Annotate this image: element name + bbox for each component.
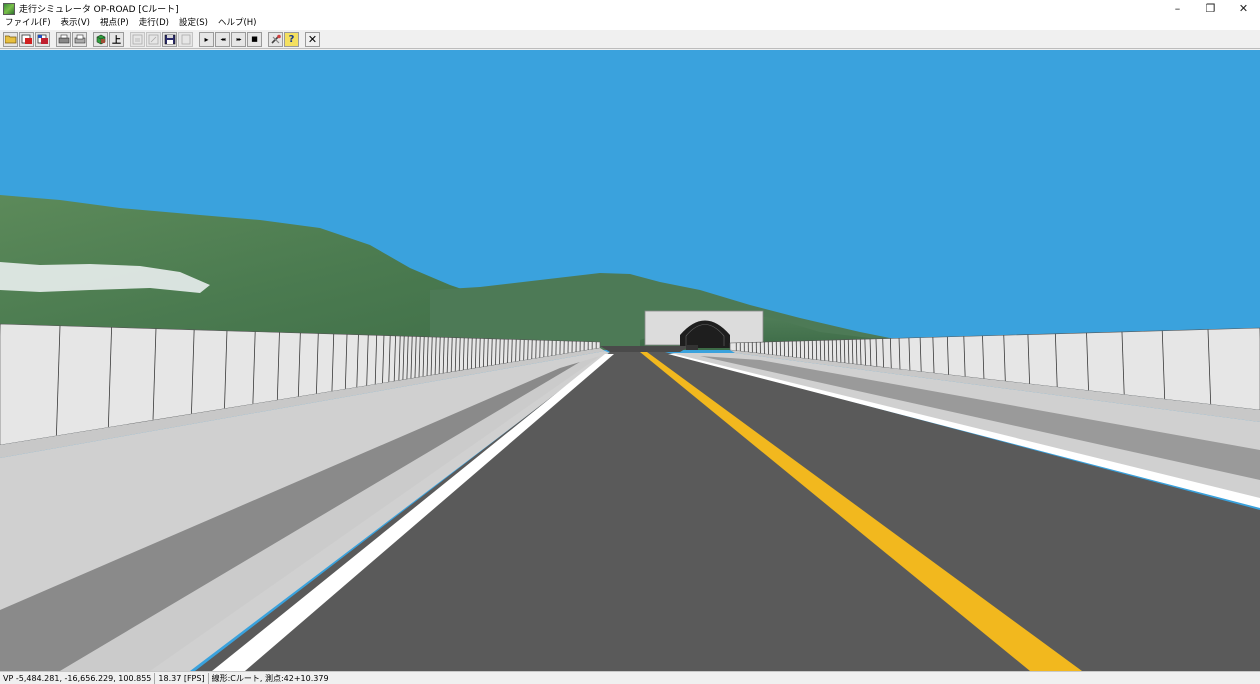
minimize-icon: –	[1174, 2, 1181, 15]
status-route: 線形:Cルート, 測点:42+10.379	[211, 673, 329, 683]
barrier-segment-line	[515, 339, 517, 362]
print-button[interactable]	[56, 31, 71, 47]
barrier-segment-line	[819, 340, 822, 361]
title-bar: 走行シミュレータ OP-ROAD [Cルート] – ❐ ✕	[0, 0, 1260, 17]
menu-help[interactable]: ヘルプ(H)	[213, 17, 262, 30]
print-preview-button[interactable]	[72, 31, 87, 47]
toolbar: 上 ▸ ◂◂ ▸▸ ■ ? ✕	[0, 30, 1260, 49]
stop-button[interactable]: ■	[247, 31, 262, 47]
help-button[interactable]: ?	[284, 31, 299, 47]
import-blue-icon	[37, 34, 48, 44]
export-c-button[interactable]	[178, 31, 193, 47]
barrier-segment-line	[523, 339, 525, 361]
minimize-button[interactable]: –	[1161, 0, 1194, 17]
ground-level-icon: 上	[111, 35, 121, 46]
far-road	[600, 346, 690, 352]
save-button[interactable]	[162, 31, 177, 47]
stop-icon: ■	[251, 35, 258, 43]
road-scene	[0, 50, 1260, 671]
export-disabled-icon	[132, 34, 142, 44]
menu-drive[interactable]: 走行(D)	[134, 17, 174, 30]
fast-forward-icon: ▸▸	[236, 35, 241, 43]
export-disabled-icon-2	[148, 34, 158, 44]
floppy-save-icon	[164, 34, 175, 44]
import-red-button[interactable]	[19, 31, 34, 47]
status-fps: 18.37 [FPS]	[155, 672, 209, 684]
export-a-button[interactable]	[130, 31, 145, 47]
status-viewpoint: VP -5,484.281, -16,656.229, 100.855	[0, 672, 156, 684]
play-button[interactable]: ▸	[199, 31, 214, 47]
barrier-segment-line	[519, 339, 521, 361]
print-preview-icon	[74, 34, 85, 44]
close-window-button[interactable]: ✕	[1227, 0, 1260, 17]
fast-forward-button[interactable]: ▸▸	[231, 31, 246, 47]
open-button[interactable]	[3, 31, 18, 47]
menu-viewpoint[interactable]: 視点(P)	[95, 17, 134, 30]
barrier-segment-line	[823, 340, 826, 361]
3d-viewport[interactable]	[0, 50, 1260, 671]
menu-file[interactable]: ファイル(F)	[0, 17, 56, 30]
cube-button[interactable]	[93, 31, 108, 47]
import-blue-button[interactable]	[35, 31, 50, 47]
tools-icon	[270, 34, 281, 44]
export-b-button[interactable]	[146, 31, 161, 47]
menu-view[interactable]: 表示(V)	[56, 17, 95, 30]
rewind-button[interactable]: ◂◂	[215, 31, 230, 47]
menu-settings[interactable]: 設定(S)	[174, 17, 213, 30]
window-controls: – ❐ ✕	[1161, 0, 1260, 17]
export-disabled-icon-3	[181, 34, 190, 44]
barrier-segment-line	[827, 340, 830, 362]
import-red-icon	[21, 34, 32, 44]
folder-open-icon	[4, 35, 16, 44]
printer-icon	[58, 34, 69, 44]
play-icon: ▸	[204, 34, 209, 44]
menu-bar: ファイル(F) 表示(V) 視点(P) 走行(D) 設定(S) ヘルプ(H)	[0, 17, 1260, 30]
tools-button[interactable]	[268, 31, 283, 47]
close-icon: ✕	[307, 32, 318, 46]
rewind-icon: ◂◂	[220, 35, 225, 43]
restore-icon: ❐	[1205, 2, 1216, 15]
cube-3d-icon	[96, 34, 105, 44]
window-title: 走行シミュレータ OP-ROAD [Cルート]	[19, 5, 179, 15]
close-button[interactable]: ✕	[305, 31, 320, 47]
status-bar: VP -5,484.281, -16,656.229, 100.855 18.3…	[0, 671, 1260, 684]
ground-level-button[interactable]: 上	[109, 31, 124, 47]
close-icon: ✕	[1238, 2, 1249, 15]
restore-button[interactable]: ❐	[1194, 0, 1227, 17]
app-icon	[3, 2, 15, 15]
car-ahead	[686, 345, 698, 350]
help-icon: ?	[288, 33, 295, 45]
